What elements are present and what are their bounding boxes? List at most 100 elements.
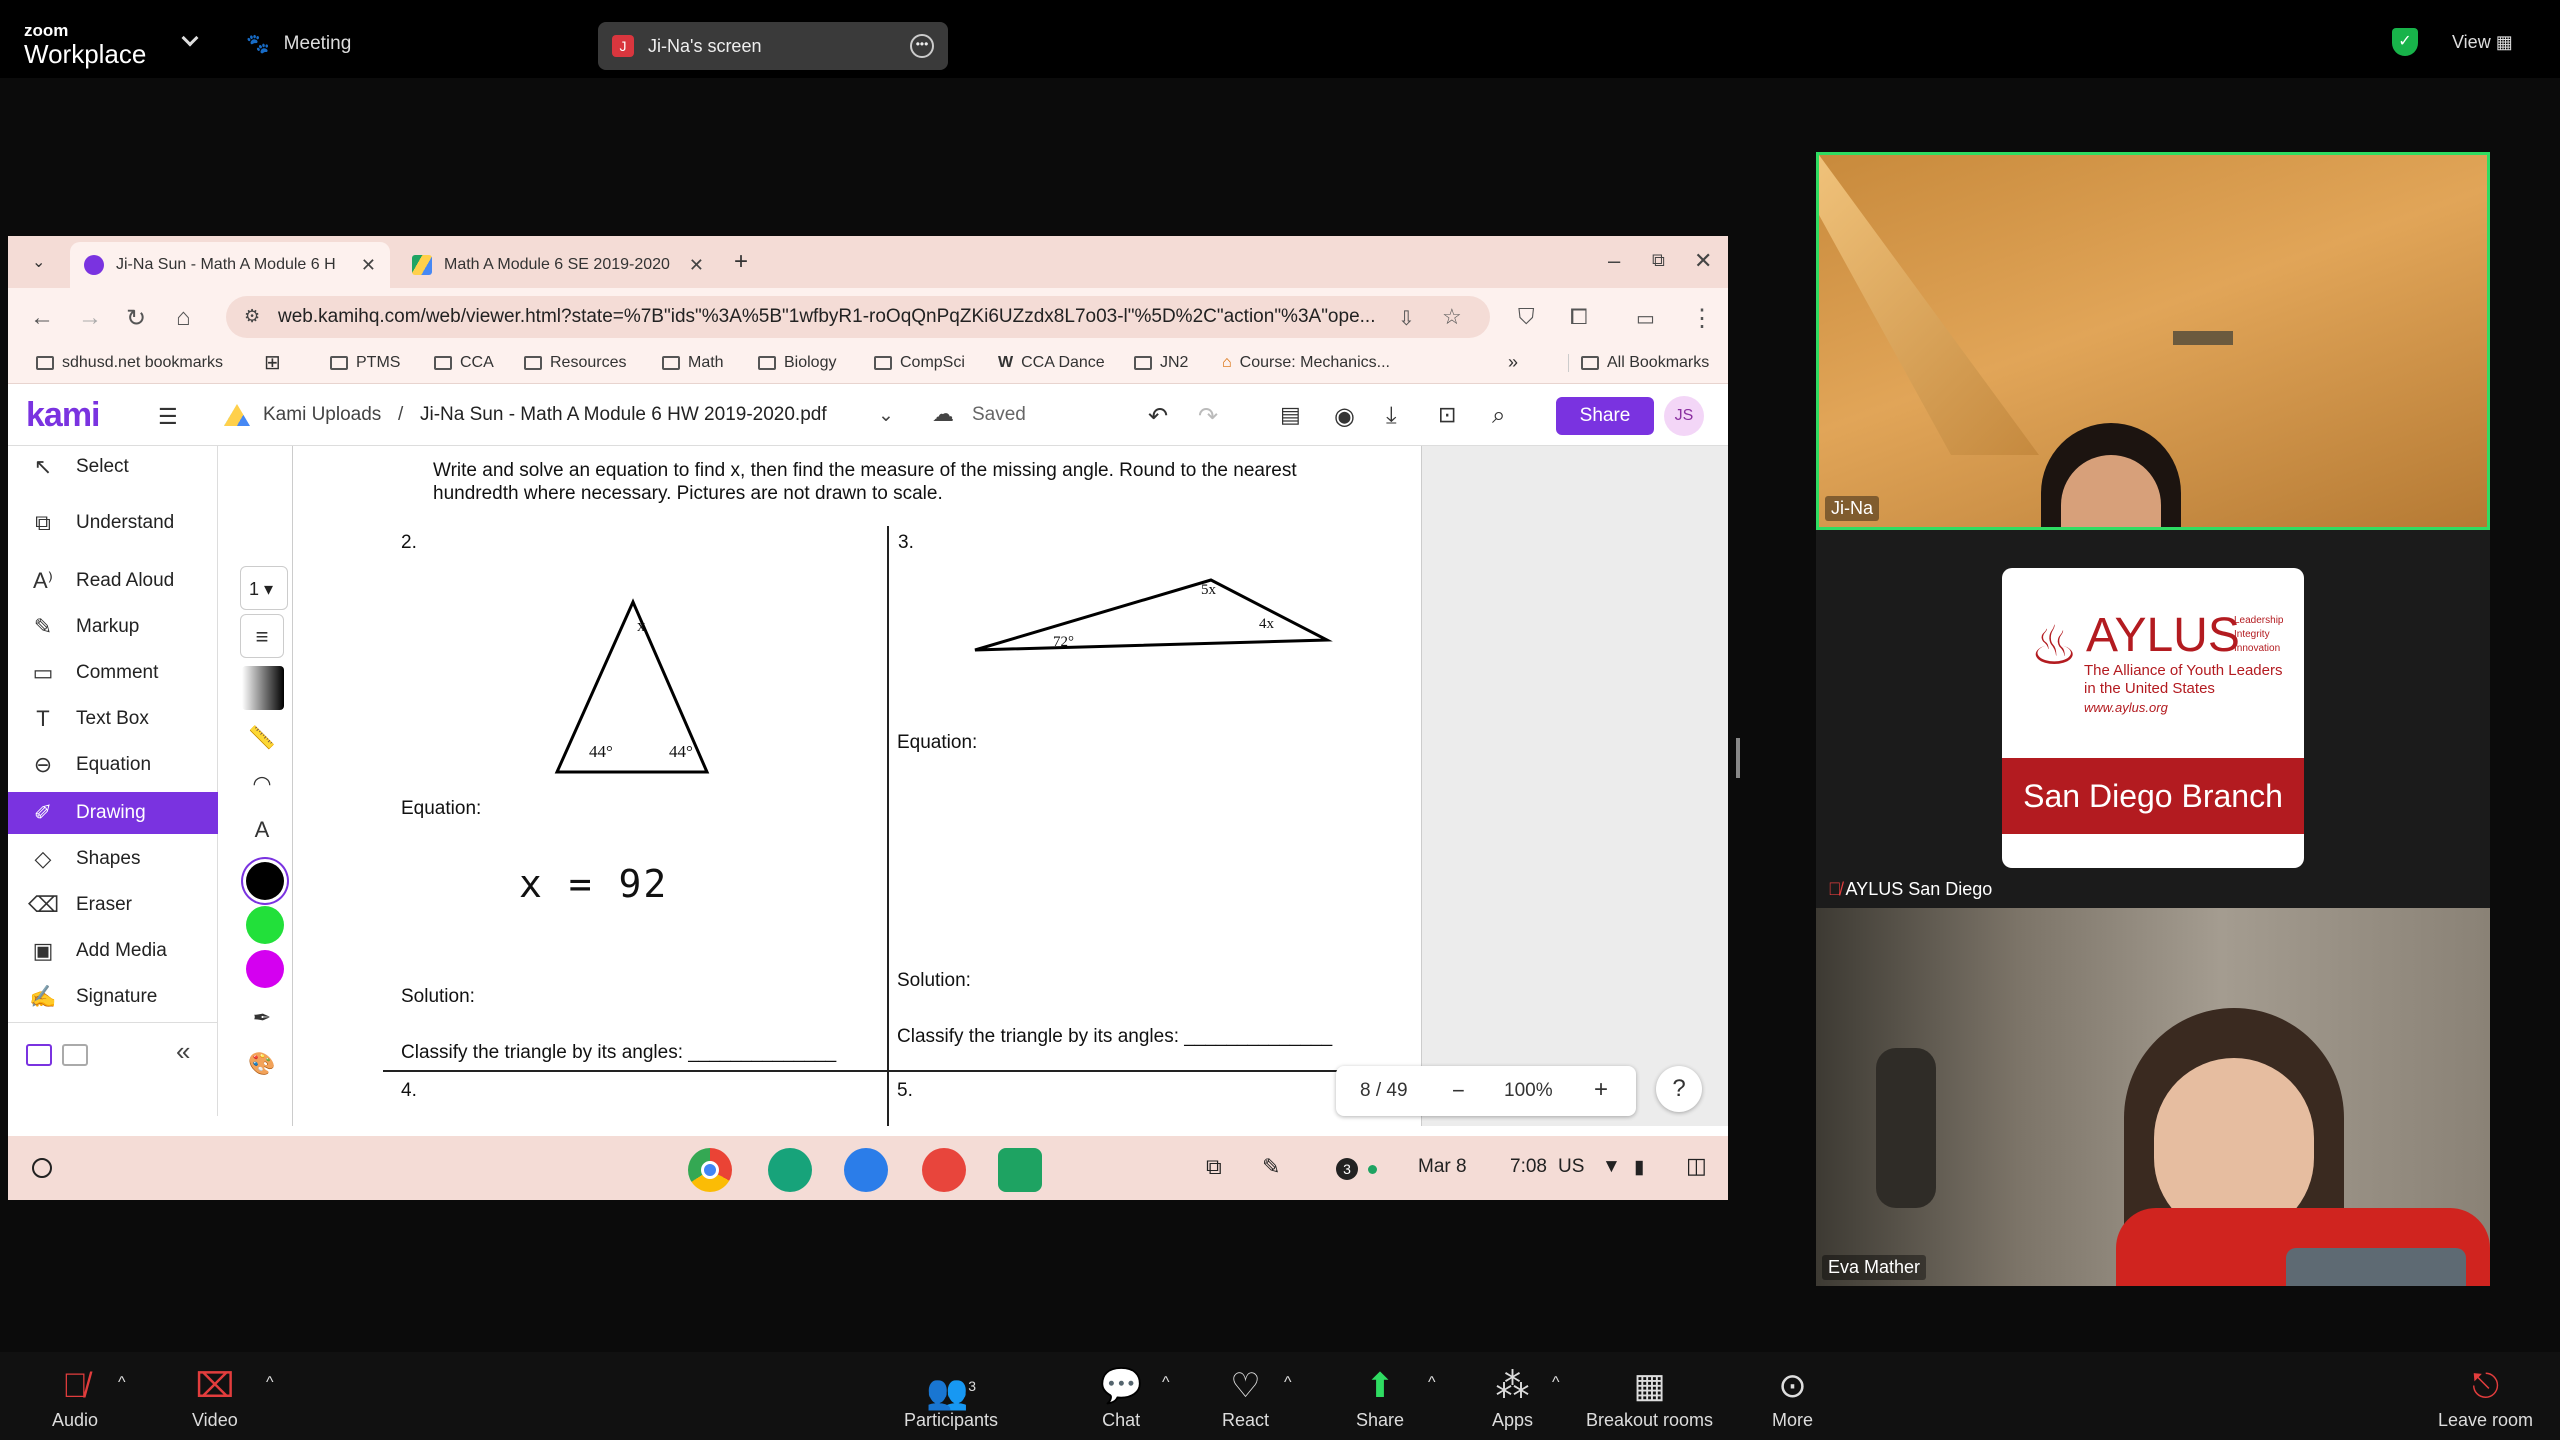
layout-right-icon[interactable] [62, 1044, 88, 1066]
apps-grid-icon[interactable]: ⊞ [264, 350, 281, 375]
color-swatch-black[interactable] [246, 862, 284, 900]
zoom-out-icon[interactable]: − [1452, 1078, 1465, 1104]
leave-room-button[interactable]: ⎋ Leave room [2438, 1366, 2533, 1431]
eyedropper-icon[interactable]: ✒ [240, 996, 284, 1040]
bookmark-resources[interactable]: Resources [524, 354, 626, 372]
chevron-down-icon[interactable] [181, 29, 199, 47]
back-icon[interactable]: ← [30, 304, 54, 332]
bookmark-star-icon[interactable]: ☆ [1442, 304, 1462, 330]
stylus-icon[interactable]: ✎ [1262, 1154, 1280, 1180]
breakout-rooms-button[interactable]: ▦ Breakout rooms [1586, 1366, 1713, 1431]
palette-icon[interactable]: 🎨 [240, 1042, 284, 1086]
bookmark-jn2[interactable]: JN2 [1134, 354, 1188, 372]
tab-kami[interactable]: Ji-Na Sun - Math A Module 6 H ✕ [70, 242, 390, 288]
tool-equation[interactable]: ⊖ Equation [8, 744, 218, 786]
document-icon[interactable]: ▤ [1280, 402, 1301, 428]
react-options-caret[interactable]: ^ [1284, 1374, 1292, 1392]
more-options-icon[interactable]: ••• [910, 34, 934, 58]
classroom-icon[interactable] [768, 1148, 812, 1192]
reload-icon[interactable]: ↻ [126, 304, 146, 333]
close-icon[interactable]: ✕ [361, 255, 376, 276]
share-screen-button[interactable]: ⬆ Share [1356, 1366, 1404, 1431]
minimize-icon[interactable]: – [1608, 248, 1620, 274]
download-icon[interactable]: ⤓ [1386, 402, 1397, 430]
files-icon[interactable] [844, 1148, 888, 1192]
bookmark-course[interactable]: ⌂ Course: Mechanics... [1222, 354, 1390, 372]
shelf-locale[interactable]: US [1558, 1156, 1584, 1178]
shelf-date[interactable]: Mar 8 [1418, 1156, 1467, 1178]
browser-menu-icon[interactable]: ⋮ [1690, 304, 1714, 333]
shelf-time[interactable]: 7:08 [1510, 1156, 1547, 1178]
color-swatch-green[interactable] [246, 906, 284, 944]
tool-understand[interactable]: ⧉ Understand [8, 502, 218, 544]
tool-drawing[interactable]: ✐ Drawing [8, 792, 218, 834]
audio-options-caret[interactable]: ^ [118, 1374, 126, 1392]
crumb-root[interactable]: Kami Uploads [263, 404, 381, 426]
collapse-sidebar-icon[interactable]: « [176, 1036, 190, 1067]
panel-resize-handle[interactable] [1736, 738, 1740, 778]
tool-comment[interactable]: ▭ Comment [8, 652, 218, 694]
close-window-icon[interactable]: ✕ [1694, 248, 1712, 274]
video-tile-aylus[interactable]: ♨ AYLUS Leadership Integrity Innovation … [1816, 530, 2490, 908]
forward-icon[interactable]: → [78, 304, 102, 332]
security-shield-icon[interactable]: ✓ [2392, 28, 2418, 56]
tool-markup[interactable]: ✎ Markup [8, 606, 218, 648]
tab-search-icon[interactable]: ⌄ [32, 252, 45, 272]
handwriting-text-icon[interactable]: A [240, 808, 284, 852]
restore-icon[interactable]: ⧉ [1652, 250, 1665, 271]
site-info-icon[interactable]: ⚙ [244, 306, 260, 327]
meeting-menu[interactable]: 🐾 Meeting [246, 32, 351, 56]
home-icon[interactable]: ⌂ [176, 304, 191, 332]
video-button[interactable]: ⌧ Video [192, 1366, 238, 1431]
search-icon[interactable]: ⌕ [1492, 402, 1505, 430]
audio-button[interactable]: 🎙̸ Audio [52, 1366, 98, 1431]
kami-logo[interactable]: kami [26, 396, 100, 435]
launcher-icon[interactable] [32, 1158, 52, 1178]
redo-icon[interactable]: ↷ [1198, 402, 1218, 431]
tab-drive[interactable]: Math A Module 6 SE 2019-2020 ✕ [398, 242, 718, 288]
install-icon[interactable]: ⇩ [1398, 306, 1415, 331]
overview-icon[interactable]: ◫ [1686, 1153, 1707, 1179]
new-tab-button[interactable]: + [734, 248, 748, 276]
bookmark-cca-dance[interactable]: W CCA Dance [998, 354, 1105, 372]
zoom-in-icon[interactable]: + [1594, 1076, 1608, 1104]
close-icon[interactable]: ✕ [689, 255, 704, 276]
ruler-icon[interactable]: 📏 [240, 716, 284, 760]
video-options-caret[interactable]: ^ [266, 1374, 274, 1392]
screen-capture-icon[interactable]: ⧉ [1206, 1154, 1222, 1180]
apps-options-caret[interactable]: ^ [1552, 1374, 1560, 1392]
bookmark-sdhusd[interactable]: sdhusd.net bookmarks [36, 354, 223, 372]
bookmark-cca[interactable]: CCA [434, 354, 494, 372]
document-title[interactable]: Ji-Na Sun - Math A Module 6 HW 2019-2020… [420, 404, 827, 426]
extensions-icon[interactable]: ⧠ [1570, 304, 1588, 330]
line-style-icon[interactable]: ≡ [240, 614, 284, 658]
participants-button[interactable]: 👥3 Participants [904, 1366, 998, 1431]
layout-left-icon[interactable] [26, 1044, 52, 1066]
tool-shapes[interactable]: ◇ Shapes [8, 838, 218, 880]
help-button[interactable]: ? [1656, 1066, 1702, 1112]
video-tile-ji-na[interactable]: Ji-Na [1816, 152, 2490, 530]
more-bookmarks-icon[interactable]: » [1508, 352, 1518, 373]
color-swatch-purple[interactable] [246, 950, 284, 988]
notification-count[interactable]: 3 [1336, 1158, 1358, 1180]
screen-share-pill[interactable]: J Ji-Na's screen ••• [598, 22, 948, 70]
stroke-size-select[interactable]: 1 ▾ [240, 566, 288, 610]
zoom-level[interactable]: 100% [1504, 1080, 1553, 1102]
bookmark-compsci[interactable]: CompSci [874, 354, 965, 372]
outline-icon[interactable]: ☰ [158, 404, 178, 430]
chevron-down-icon[interactable]: ⌄ [878, 404, 894, 427]
chat-button[interactable]: 💬 Chat [1100, 1366, 1142, 1431]
more-button[interactable]: ⊙ More [1772, 1366, 1813, 1431]
google-classroom-icon[interactable] [998, 1148, 1042, 1192]
pdf-page[interactable]: Write and solve an equation to find x, t… [292, 446, 1422, 1126]
bookmark-math[interactable]: Math [662, 354, 724, 372]
tool-add-media[interactable]: ▣ Add Media [8, 930, 218, 972]
tool-select[interactable]: ↖ Select [8, 446, 218, 488]
bookmark-biology[interactable]: Biology [758, 354, 836, 372]
extension-shield-icon[interactable]: ⛉ [1518, 304, 1535, 330]
page-indicator[interactable]: 8 / 49 [1360, 1080, 1408, 1102]
share-button[interactable]: Share [1556, 397, 1654, 435]
opacity-gradient[interactable] [242, 666, 284, 710]
cast-icon[interactable]: ▭ [1636, 306, 1655, 331]
tool-read-aloud[interactable]: A⁾ Read Aloud [8, 560, 218, 602]
